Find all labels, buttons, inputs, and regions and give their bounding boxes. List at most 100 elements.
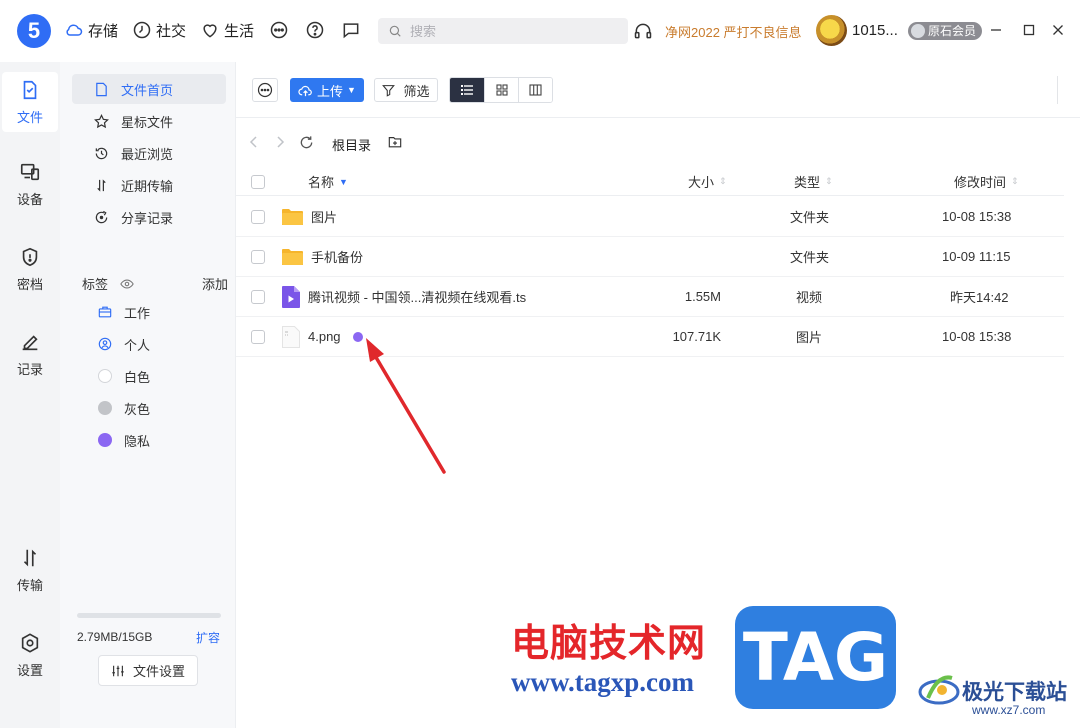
column-modified[interactable]: 修改时间 ⇕ bbox=[954, 168, 1019, 195]
file-settings-label: 文件设置 bbox=[132, 664, 185, 679]
watermark-tag-logo: TAG bbox=[735, 606, 896, 709]
toolbar-divider bbox=[1057, 76, 1058, 104]
grid-view-button[interactable] bbox=[484, 78, 518, 102]
heart-icon bbox=[203, 24, 217, 38]
nav-storage[interactable]: 存储 bbox=[64, 20, 118, 41]
column-type-label: 类型 bbox=[794, 175, 821, 190]
more-button[interactable] bbox=[268, 19, 290, 41]
site-logo-icon bbox=[918, 675, 960, 705]
grid-icon bbox=[495, 84, 508, 96]
toolbar-more-button[interactable] bbox=[252, 78, 278, 102]
tag-label: 灰色 bbox=[124, 401, 151, 417]
eye-icon[interactable] bbox=[120, 277, 134, 291]
sidebar-item-label: 分享记录 bbox=[121, 210, 174, 226]
minimize-icon bbox=[991, 29, 1001, 31]
back-button[interactable] bbox=[246, 134, 262, 150]
column-size[interactable]: 大小 ⇕ bbox=[688, 168, 727, 195]
filter-label: 筛选 bbox=[403, 83, 430, 99]
gray-tag-dot-icon bbox=[98, 401, 112, 415]
search-input[interactable] bbox=[410, 23, 600, 39]
file-table-header: 名称 ▼ 大小 ⇕ 类型 ⇕ 修改时间 ⇕ bbox=[236, 168, 1064, 196]
new-folder-button[interactable] bbox=[388, 135, 402, 152]
sidebar-item-label: 星标文件 bbox=[121, 114, 174, 130]
close-icon bbox=[1053, 25, 1063, 35]
select-all-checkbox[interactable] bbox=[251, 168, 265, 195]
expand-storage-link[interactable]: 扩容 bbox=[196, 629, 220, 646]
rail-item-files[interactable]: 文件 bbox=[2, 72, 58, 132]
help-button[interactable] bbox=[304, 19, 326, 41]
nav-social[interactable]: 社交 bbox=[132, 20, 186, 41]
rail-item-vault[interactable]: 密档 bbox=[0, 239, 60, 299]
shield-icon bbox=[22, 247, 38, 266]
nav-life[interactable]: 生活 bbox=[200, 20, 254, 41]
support-button[interactable] bbox=[632, 20, 654, 42]
filter-button[interactable]: 筛选 bbox=[374, 78, 438, 102]
refresh-button[interactable] bbox=[298, 134, 314, 150]
rail-item-devices[interactable]: 设备 bbox=[0, 154, 60, 214]
sort-icon: ⇕ bbox=[719, 176, 727, 186]
chat-icon bbox=[343, 23, 359, 39]
tag-item-white[interactable]: 白色 bbox=[72, 362, 226, 390]
tag-item-private[interactable]: 隐私 bbox=[72, 426, 226, 454]
upload-button[interactable]: 上传 ▼ bbox=[290, 78, 364, 102]
table-row[interactable]: 腾讯视频 - 中国领...清视频在线观看.ts 1.55M 视频 昨天14:42 bbox=[236, 277, 1064, 317]
watermark-site-name: 极光下载站 bbox=[962, 680, 1067, 704]
sidebar-item-label: 近期传输 bbox=[121, 178, 174, 194]
clock-icon bbox=[133, 21, 151, 39]
sidebar: 文件首页 星标文件 最近浏览 近期传输 分享记录 标签 添加 工作 个人 白色 … bbox=[60, 62, 236, 728]
table-row[interactable]: 图片 文件夹 10-08 15:38 bbox=[236, 197, 1064, 237]
sliders-icon bbox=[112, 665, 124, 676]
message-button[interactable] bbox=[340, 19, 362, 41]
maximize-button[interactable] bbox=[1019, 20, 1039, 40]
transfer-icon bbox=[23, 549, 37, 566]
chevron-left-icon bbox=[249, 136, 257, 148]
table-row[interactable]: 手机备份 文件夹 10-09 11:15 bbox=[236, 237, 1064, 277]
file-type: 文件夹 bbox=[790, 210, 830, 225]
sidebar-item-starred[interactable]: 星标文件 bbox=[72, 106, 226, 136]
top-nav: 存储 社交 生活 bbox=[64, 19, 362, 41]
file-modified: 10-09 11:15 bbox=[942, 249, 1011, 264]
file-modified: 昨天14:42 bbox=[950, 290, 1009, 305]
vip-badge[interactable]: 原石会员 bbox=[908, 22, 983, 40]
search-box[interactable] bbox=[378, 18, 628, 44]
nav-life-label: 生活 bbox=[224, 22, 255, 40]
headset-icon bbox=[634, 23, 652, 39]
maximize-icon bbox=[1023, 24, 1035, 36]
rail-item-notes[interactable]: 记录 bbox=[0, 324, 60, 384]
file-type: 文件夹 bbox=[790, 250, 830, 265]
history-icon bbox=[95, 147, 108, 159]
column-type[interactable]: 类型 ⇕ bbox=[794, 168, 833, 195]
breadcrumb-root[interactable]: 根目录 bbox=[332, 135, 371, 154]
rail-item-settings[interactable]: 设置 bbox=[0, 625, 60, 685]
minimize-button[interactable] bbox=[986, 20, 1006, 40]
sidebar-item-transfers[interactable]: 近期传输 bbox=[72, 170, 226, 200]
column-name[interactable]: 名称 ▼ bbox=[308, 168, 348, 195]
sidebar-item-home[interactable]: 文件首页 bbox=[72, 74, 226, 104]
refresh-icon bbox=[300, 135, 312, 148]
forward-button[interactable] bbox=[272, 134, 288, 150]
device-icon bbox=[20, 163, 40, 180]
avatar[interactable] bbox=[816, 15, 847, 46]
nav-storage-label: 存储 bbox=[88, 22, 119, 40]
column-view-button[interactable] bbox=[518, 78, 552, 102]
rail-transfer-label: 传输 bbox=[16, 577, 43, 593]
sidebar-item-recent[interactable]: 最近浏览 bbox=[72, 138, 226, 168]
transfer-icon bbox=[97, 178, 106, 192]
rail-item-transfer[interactable]: 传输 bbox=[0, 540, 60, 600]
sidebar-item-shares[interactable]: 分享记录 bbox=[72, 202, 226, 232]
close-button[interactable] bbox=[1048, 20, 1068, 40]
file-home-icon bbox=[96, 82, 107, 96]
add-tag-button[interactable]: 添加 bbox=[202, 274, 228, 293]
list-view-button[interactable] bbox=[450, 78, 484, 102]
share-icon bbox=[95, 210, 108, 223]
person-icon bbox=[98, 337, 112, 351]
promo-link[interactable]: 净网2022 严打不良信息 bbox=[665, 22, 802, 41]
file-settings-button[interactable]: 文件设置 bbox=[98, 655, 198, 686]
more-dots-icon bbox=[270, 21, 288, 39]
sort-desc-icon: ▼ bbox=[339, 176, 348, 187]
file-type: 视频 bbox=[796, 290, 823, 305]
tag-item-gray[interactable]: 灰色 bbox=[72, 394, 226, 422]
username[interactable]: 1015... bbox=[852, 22, 898, 39]
tag-item-personal[interactable]: 个人 bbox=[72, 330, 226, 358]
tag-item-work[interactable]: 工作 bbox=[72, 298, 226, 326]
